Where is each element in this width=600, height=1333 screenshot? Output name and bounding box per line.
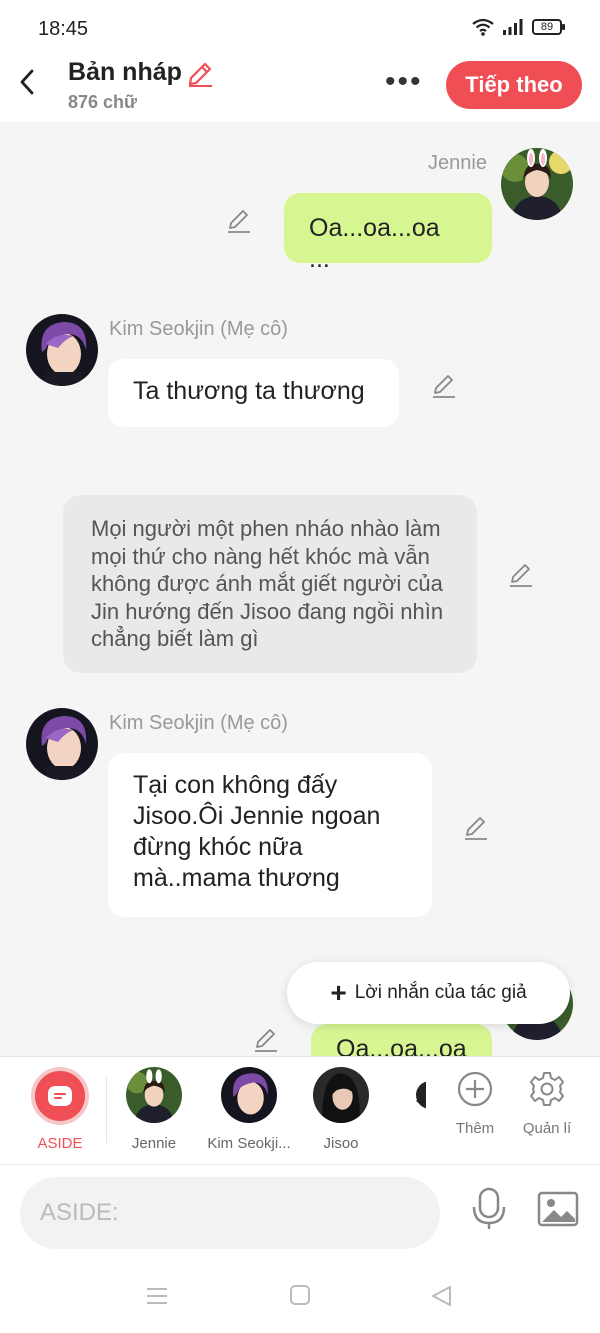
back-triangle-icon[interactable] [430, 1284, 454, 1308]
status-icons: 89 [472, 18, 565, 36]
page-title: Bản nháp [68, 58, 182, 86]
message-bubble[interactable]: Oa...oa...oa [311, 1024, 492, 1056]
edit-title-pencil-icon[interactable] [186, 60, 214, 88]
character-name: Jennie [131, 1135, 177, 1152]
character-name: Jisoo [323, 1135, 359, 1152]
speaker-name: Kim Seokjin (Mẹ cô) [109, 712, 288, 734]
more-characters-peek[interactable] [414, 1075, 426, 1115]
mic-icon[interactable] [470, 1187, 508, 1231]
aside-button[interactable] [31, 1067, 89, 1125]
message-bubble[interactable]: Ta thương ta thương [108, 359, 399, 427]
message-bubble[interactable]: Oa...oa...oa ... [284, 193, 492, 273]
wifi-icon [472, 18, 494, 36]
chat-area: Jennie Oa...oa...oa ... Kim Seokjin (Mẹ [0, 122, 600, 1056]
character-name: Kim Seokji... [207, 1135, 291, 1152]
pencil-icon[interactable] [508, 562, 534, 588]
avatar [313, 1067, 369, 1123]
gear-icon [530, 1072, 564, 1106]
header: Bản nháp 876 chữ ••• Tiếp theo [0, 58, 600, 122]
message-bubble[interactable]: Tại con không đấy Jisoo.Ôi Jennie ngoan … [108, 753, 432, 917]
avatar-kim-seokjin[interactable] [26, 708, 98, 780]
avatar [221, 1067, 277, 1123]
back-arrow-icon[interactable] [14, 68, 42, 96]
plus-icon: + [330, 977, 347, 1008]
avatar-jennie[interactable] [501, 148, 573, 220]
avatar-kim-seokjin[interactable] [26, 314, 98, 386]
signal-icon [503, 19, 523, 35]
speaker-name: Jennie [428, 152, 487, 174]
system-nav-bar [0, 1264, 600, 1333]
character-jennie[interactable]: Jennie [109, 1067, 199, 1152]
plus-circle-icon [457, 1071, 493, 1107]
manage-label: Quản lí [522, 1120, 572, 1137]
avatar [126, 1067, 182, 1123]
aside-input[interactable] [20, 1177, 440, 1249]
status-bar: 18:45 89 [0, 0, 600, 58]
character-bar: ASIDE Jennie Kim Seokji... Jisoo Thêm Qu… [0, 1056, 600, 1164]
pencil-icon[interactable] [431, 373, 457, 399]
battery-icon: 89 [532, 19, 565, 35]
input-bar [0, 1164, 600, 1264]
character-kim-seokjin[interactable]: Kim Seokji... [202, 1067, 296, 1152]
pencil-icon[interactable] [253, 1027, 279, 1053]
image-icon[interactable] [537, 1191, 579, 1227]
menu-icon[interactable] [145, 1284, 169, 1308]
more-icon[interactable]: ••• [385, 67, 423, 97]
author-note-label: Lời nhắn của tác giả [354, 982, 527, 1003]
manage-button[interactable]: Quản lí [517, 1071, 577, 1137]
word-count: 876 chữ [68, 92, 138, 112]
next-button[interactable]: Tiếp theo [446, 61, 582, 109]
speaker-name: Kim Seokjin (Mẹ cô) [109, 318, 288, 340]
narration-bubble[interactable]: Mọi người một phen nháo nhào làm mọi thứ… [63, 495, 477, 673]
character-jisoo[interactable]: Jisoo [296, 1067, 386, 1152]
chat-bubble-icon [48, 1086, 72, 1106]
author-note-button[interactable]: + Lời nhắn của tác giả [287, 962, 570, 1024]
divider [106, 1077, 107, 1143]
add-label: Thêm [455, 1120, 495, 1137]
status-time: 18:45 [38, 18, 89, 40]
add-character-button[interactable]: Thêm [445, 1071, 505, 1137]
aside-label: ASIDE [37, 1135, 83, 1152]
home-icon[interactable] [289, 1284, 311, 1306]
pencil-icon[interactable] [463, 815, 489, 841]
pencil-icon[interactable] [226, 208, 252, 234]
